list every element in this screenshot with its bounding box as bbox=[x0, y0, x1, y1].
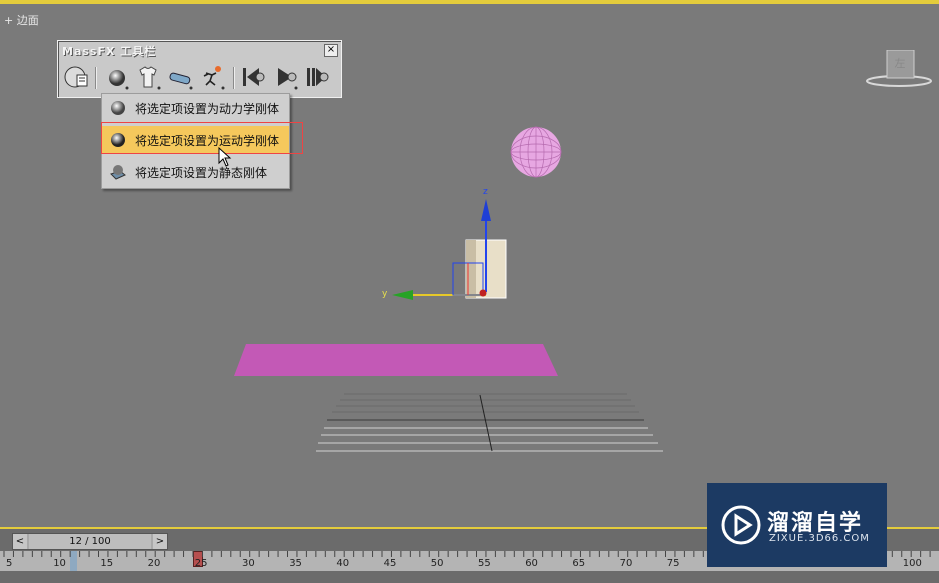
toolbar-separator bbox=[233, 67, 235, 89]
tick-label: 100 bbox=[902, 558, 922, 569]
home-grid bbox=[316, 393, 663, 452]
play-logo-icon bbox=[721, 505, 761, 545]
static-body-icon bbox=[110, 165, 126, 180]
tick-label: 45 bbox=[383, 558, 397, 569]
svg-text:y: y bbox=[382, 289, 388, 299]
viewport[interactable]: + 边面 z y 左 MassFX 工具栏 × 将选定项设置为动力学刚体 将选定… bbox=[0, 0, 939, 527]
constraint-icon[interactable] bbox=[166, 63, 194, 91]
watermark-url: ZIXUE.3D66.COM bbox=[769, 533, 870, 544]
svg-text:z: z bbox=[483, 187, 488, 197]
selection-outline bbox=[101, 122, 303, 154]
tick-label: 55 bbox=[478, 558, 491, 569]
menu-item-static-rigid-body[interactable]: 将选定项设置为静态刚体 bbox=[102, 158, 289, 186]
rigid-body-icon[interactable] bbox=[103, 63, 131, 91]
cloth-icon[interactable] bbox=[134, 63, 162, 91]
step-simulation-icon[interactable] bbox=[303, 63, 331, 91]
time-slider-thumb[interactable]: 12 / 100 bbox=[29, 534, 151, 549]
tick-label: 20 bbox=[147, 558, 161, 569]
menu-item-label: 将选定项设置为动力学刚体 bbox=[135, 102, 280, 116]
tick-label: 35 bbox=[289, 558, 302, 569]
sphere-object bbox=[510, 126, 562, 178]
tick-label: 5 bbox=[6, 558, 13, 569]
tick-label: 25 bbox=[194, 558, 208, 569]
tick-label: 65 bbox=[572, 558, 586, 569]
massfx-toolbar: MassFX 工具栏 × bbox=[57, 40, 342, 98]
ragdoll-icon[interactable] bbox=[198, 63, 226, 91]
tick-label: 70 bbox=[619, 558, 633, 569]
view-cube-label[interactable]: 左 bbox=[888, 55, 912, 71]
reset-simulation-icon[interactable] bbox=[239, 63, 267, 91]
tick-label: 50 bbox=[430, 558, 444, 569]
mouse-cursor-icon bbox=[218, 147, 232, 167]
plane-object bbox=[234, 344, 558, 376]
menu-item-label: 将选定项设置为静态刚体 bbox=[135, 166, 268, 180]
tick-label: 40 bbox=[336, 558, 350, 569]
tick-label: 75 bbox=[666, 558, 680, 569]
watermark-logo: 溜溜自学 ZIXUE.3D66.COM bbox=[707, 483, 887, 567]
tick-label: 15 bbox=[100, 558, 114, 569]
previous-frame-button[interactable]: < bbox=[13, 534, 27, 549]
menu-item-dynamic-rigid-body[interactable]: 将选定项设置为动力学刚体 bbox=[102, 94, 289, 122]
world-parameters-icon[interactable] bbox=[63, 63, 91, 91]
next-frame-button[interactable]: > bbox=[153, 534, 167, 549]
tick-label: 30 bbox=[242, 558, 255, 569]
toolbar-title: MassFX 工具栏 bbox=[62, 45, 157, 58]
play-simulation-icon[interactable] bbox=[271, 63, 299, 91]
toolbar-separator bbox=[95, 67, 97, 89]
dynamic-sphere-icon bbox=[111, 101, 125, 115]
close-button[interactable]: × bbox=[324, 44, 338, 57]
tick-label: 10 bbox=[53, 558, 66, 569]
time-slider[interactable]: < 12 / 100 > bbox=[12, 533, 168, 550]
tick-label: 60 bbox=[525, 558, 538, 569]
